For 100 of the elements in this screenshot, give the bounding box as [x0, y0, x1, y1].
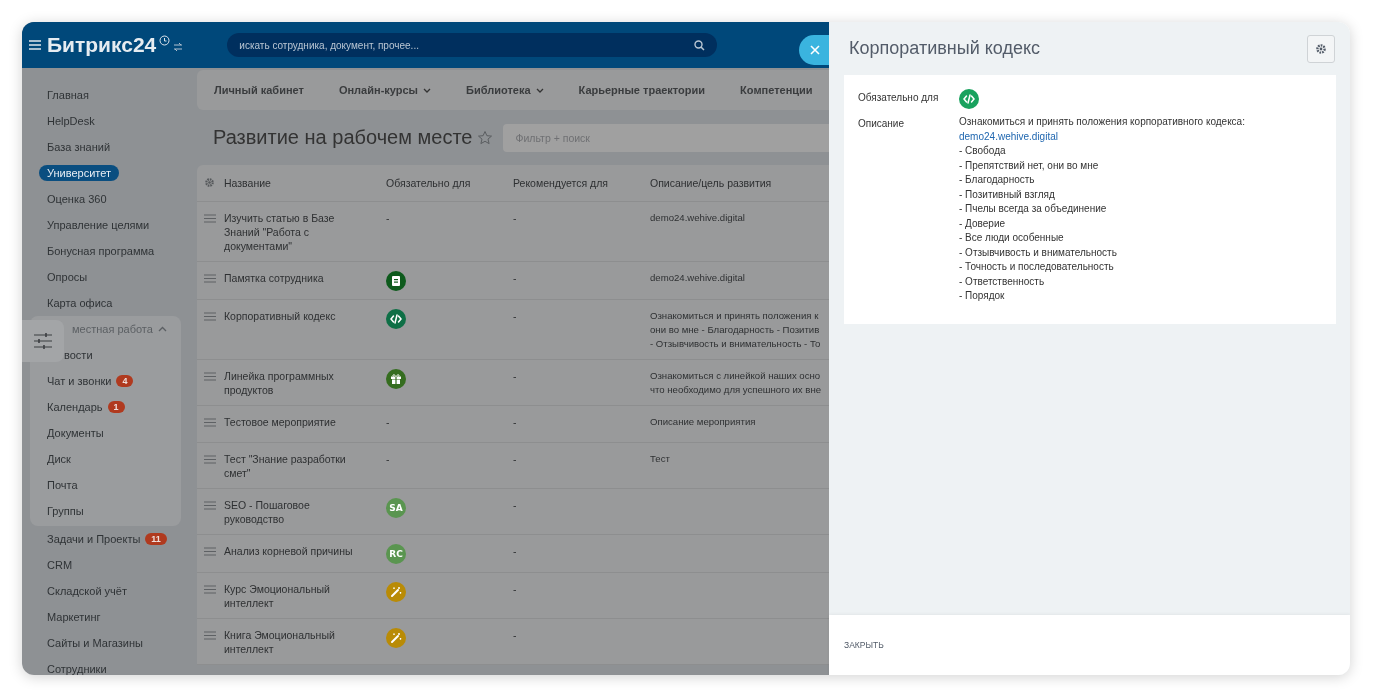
nav-tab[interactable]: Личный кабинет: [197, 84, 321, 96]
sidebar-item[interactable]: вости: [64, 349, 93, 361]
star-icon[interactable]: [477, 129, 494, 146]
drag-handle-icon[interactable]: [204, 312, 216, 321]
sidebar-item[interactable]: Маркетинг: [47, 611, 101, 623]
sidebar-item[interactable]: Сайты и Магазины: [47, 637, 143, 649]
table-cell-text: Тест: [650, 452, 671, 466]
column-header[interactable]: Описание/цель развития: [650, 176, 829, 190]
table-cell: -: [513, 416, 517, 428]
sidebar-item[interactable]: Календарь: [47, 401, 103, 413]
table-cell-text: Тест "Знание разработки смет": [224, 452, 347, 480]
table-cell: -: [513, 453, 517, 465]
clock-icon: [159, 34, 171, 46]
list-item: - Отзывчивость и внимательность: [959, 245, 1118, 260]
empty-value: -: [386, 212, 390, 224]
table-cell: -: [513, 310, 517, 322]
table-cell-text: Памятка сотрудника: [224, 271, 325, 285]
table-cell-text: Тестовое мероприятие: [224, 415, 337, 429]
sidebar-item[interactable]: Оценка 360: [47, 193, 107, 205]
nav-tab[interactable]: Онлайн-курсы: [321, 84, 448, 96]
description-text: Ознакомиться и принять положения корпоративного кодекса:: [959, 115, 1245, 129]
link[interactable]: demo24.wehive.digital: [959, 130, 1058, 142]
table-cell-text: Описание мероприятия: [650, 415, 757, 429]
settings-icon: [1315, 42, 1327, 55]
table-cell-text: SEO - Пошаговое руководство: [224, 498, 311, 526]
sidebar-item[interactable]: Задачи и Проекты: [47, 533, 141, 545]
sidebar-item[interactable]: HelpDesk: [47, 115, 95, 127]
sidebar-item[interactable]: Группы: [47, 505, 84, 517]
drag-handle-icon[interactable]: [204, 274, 216, 283]
sidebar-group-header[interactable]: местная работа: [72, 323, 153, 335]
initials-avatar: RC: [386, 544, 406, 564]
sidebar-item[interactable]: Карта офиса: [47, 297, 113, 309]
table-cell: -: [513, 583, 517, 595]
search-field[interactable]: искать сотрудника, документ, прочее...: [227, 33, 718, 57]
initials-avatar: SA: [386, 498, 406, 518]
column-header[interactable]: Обязательно для: [386, 176, 513, 190]
table-cell-text: Книга Эмоциональный интеллект: [224, 628, 336, 656]
sidebar-item[interactable]: Сотрудники: [47, 663, 107, 675]
column-header[interactable]: Название: [224, 176, 386, 190]
list-item: - Порядок: [959, 289, 1006, 303]
drag-handle-icon[interactable]: [204, 214, 216, 223]
page-title: Развитие на рабочем месте: [213, 126, 473, 149]
table-cell-text: Анализ корневой причины: [224, 544, 354, 558]
table-cell-text: Ознакомиться с линейкой наших осно что необходимо для успешного их вне: [650, 369, 823, 397]
close-icon: [810, 45, 820, 55]
sidebar-item[interactable]: Документы: [47, 427, 104, 439]
close-button[interactable]: ЗАКРЫТЬ: [844, 636, 884, 654]
drag-handle-icon[interactable]: [204, 547, 216, 556]
nav-tab[interactable]: Библиотека: [449, 84, 561, 96]
table-cell: -: [513, 545, 517, 557]
table-cell-text: Корпоративный кодекс: [224, 309, 337, 323]
table-cell-text: demo24.wehive.digital: [650, 211, 746, 225]
drag-handle-icon[interactable]: [204, 501, 216, 510]
sidebar-item[interactable]: Университет: [39, 165, 120, 181]
nav-tab[interactable]: Компетенции: [723, 84, 829, 96]
empty-value: -: [386, 453, 390, 465]
drag-handle-icon[interactable]: [204, 455, 216, 464]
list-item: - Доверие: [959, 216, 1007, 231]
counter-badge: 4: [116, 375, 134, 387]
sidebar-item[interactable]: Опросы: [47, 271, 88, 283]
sidebar-item[interactable]: База знаний: [47, 141, 111, 153]
panel-title: Корпоративный кодекс: [849, 38, 1040, 59]
table-cell-text: Линейка программных продуктов: [224, 369, 335, 397]
list-item: - Ответственность: [959, 274, 1046, 289]
counter-badge: 1: [107, 401, 125, 413]
nav-tab[interactable]: Карьерные траектории: [561, 84, 723, 96]
sidebar-item[interactable]: Складской учёт: [47, 585, 127, 597]
drag-handle-icon[interactable]: [204, 418, 216, 427]
table-cell: -: [513, 212, 517, 224]
table-cell: -: [513, 499, 517, 511]
list-item: - Все люди особенные: [959, 231, 1065, 245]
filter-button[interactable]: [22, 320, 64, 362]
table-cell: -: [513, 629, 517, 641]
sidebar-item[interactable]: CRM: [47, 559, 73, 571]
table-cell-text: Изучить статью в Базе Знаний "Работа с документами": [224, 211, 336, 253]
settings-icon[interactable]: [204, 177, 215, 188]
drag-handle-icon[interactable]: [204, 631, 216, 640]
list-item: - Пчелы всегда за объединение: [959, 202, 1108, 216]
drag-handle-icon[interactable]: [204, 585, 216, 594]
sidebar-item[interactable]: Главная: [47, 89, 89, 101]
sidebar-item[interactable]: Диск: [47, 453, 71, 465]
table-cell-text: Ознакомиться и принять положения к они во мне - Благодарность - Позитив - Отзывчивость и внимательность - То: [650, 309, 822, 351]
empty-value: -: [386, 416, 390, 428]
table-cell: -: [513, 272, 517, 284]
list-item: - Точность и последовательность: [959, 260, 1115, 274]
close-button[interactable]: [799, 35, 829, 65]
drag-handle-icon[interactable]: [204, 372, 216, 381]
list-item: - Благодарность: [959, 173, 1036, 187]
counter-badge: 11: [145, 533, 167, 545]
table-cell: -: [513, 370, 517, 382]
search-icon: [694, 39, 706, 51]
column-header[interactable]: Рекомендуется для: [513, 176, 650, 190]
logo[interactable]: Битрикс24: [47, 33, 157, 57]
menu-icon[interactable]: [28, 39, 42, 51]
sidebar-item[interactable]: Чат и звонки: [47, 375, 112, 387]
settings-button[interactable]: [1307, 34, 1335, 63]
sidebar-item[interactable]: Управление целями: [47, 219, 150, 231]
sidebar-item[interactable]: Бонусная программа: [47, 245, 155, 257]
sidebar-item[interactable]: Почта: [47, 479, 78, 491]
sliders-icon: [33, 332, 53, 350]
